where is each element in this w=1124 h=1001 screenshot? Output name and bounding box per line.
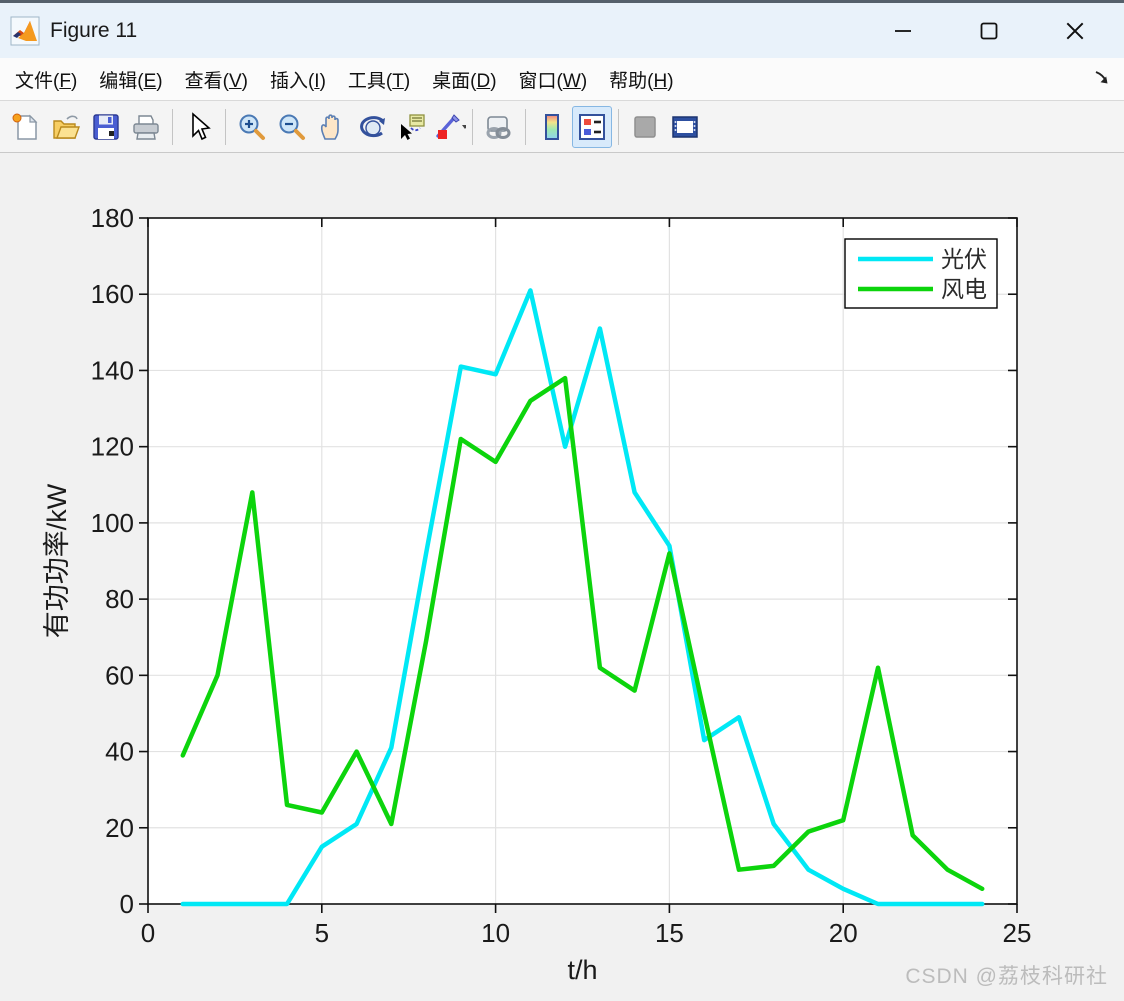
brush-data-icon <box>436 113 466 139</box>
pan-hand-icon <box>320 113 339 140</box>
brush-data-button[interactable] <box>432 112 466 142</box>
toolbar <box>0 101 1124 153</box>
menu-window[interactable]: 窗口(W) <box>508 60 599 99</box>
y-tick-label: 80 <box>105 584 134 614</box>
menu-help[interactable]: 帮助(H) <box>598 60 684 99</box>
maximize-button[interactable] <box>972 14 1006 48</box>
matlab-logo-icon <box>10 16 40 45</box>
save-figure-icon <box>93 113 119 140</box>
print-figure-button[interactable] <box>126 106 166 148</box>
x-tick-label: 5 <box>315 918 329 948</box>
figure-canvas: 0 5 10 15 20 25 0 20 40 60 80 100 120 140 160 180 t/h 有功功… <box>0 153 1124 996</box>
insert-colorbar-icon <box>545 113 559 140</box>
close-button[interactable] <box>1058 14 1092 48</box>
zoom-in-icon <box>239 114 265 140</box>
toolbar-separator <box>525 108 526 145</box>
toolbar-separator <box>618 108 619 145</box>
y-tick-label: 40 <box>105 737 134 767</box>
zoom-out-icon <box>279 114 305 140</box>
close-icon <box>1066 22 1084 39</box>
y-tick-label: 20 <box>105 813 134 843</box>
toolbar-separator <box>172 108 173 145</box>
y-tick-label: 120 <box>91 432 134 462</box>
x-tick-label: 25 <box>1003 918 1032 948</box>
plot-area <box>148 218 1017 904</box>
minimize-icon <box>895 29 911 32</box>
y-tick-label: 140 <box>91 355 134 385</box>
hide-plot-tools-button[interactable] <box>625 106 665 148</box>
toolbar-separator <box>472 108 473 145</box>
y-axis-label: 有功功率/kW <box>42 483 72 638</box>
insert-legend-icon <box>579 113 605 140</box>
rotate-3d-icon <box>360 115 385 137</box>
y-tick-label: 0 <box>120 889 134 919</box>
titlebar: Figure 11 <box>0 3 1124 58</box>
y-tick-label: 180 <box>91 203 134 233</box>
dock-figure-icon <box>672 115 698 138</box>
menu-tools[interactable]: 工具(T) <box>337 60 421 99</box>
menubar: 文件(F) 编辑(E) 查看(V) 插入(I) 工具(T) 桌面(D) 窗口(W… <box>0 58 1124 101</box>
save-figure-button[interactable] <box>86 106 126 148</box>
insert-legend-button[interactable] <box>572 105 612 148</box>
maximize-icon <box>980 22 998 39</box>
rotate-3d-button[interactable] <box>352 106 392 148</box>
link-plot-icon <box>486 115 511 139</box>
open-file-icon <box>53 115 80 139</box>
x-axis-label: t/h <box>567 955 597 985</box>
edit-plot-button[interactable] <box>179 106 219 148</box>
open-file-button[interactable] <box>46 106 86 148</box>
menu-file[interactable]: 文件(F) <box>4 60 88 99</box>
insert-colorbar-button[interactable] <box>532 106 572 148</box>
edit-plot-pointer-icon <box>192 111 211 140</box>
data-cursor-icon <box>401 113 425 140</box>
legend-label: 光伏 <box>941 246 987 272</box>
menu-desktop[interactable]: 桌面(D) <box>421 60 507 99</box>
x-tick-label: 15 <box>655 918 684 948</box>
dock-figure-button[interactable] <box>665 106 705 148</box>
menu-insert[interactable]: 插入(I) <box>259 60 337 99</box>
y-tick-label: 60 <box>105 660 134 690</box>
x-tick-label: 0 <box>141 918 155 948</box>
print-figure-icon <box>133 114 159 140</box>
watermark: CSDN @荔枝科研社 <box>905 965 1108 988</box>
x-tick-label: 10 <box>481 918 510 948</box>
y-tick-label: 100 <box>91 508 134 538</box>
dock-arrow-icon[interactable] <box>1092 66 1114 88</box>
window-controls <box>886 14 1114 48</box>
menu-view[interactable]: 查看(V) <box>174 60 259 99</box>
window-title: Figure 11 <box>50 18 138 42</box>
new-figure-icon <box>12 113 38 140</box>
menu-edit[interactable]: 编辑(E) <box>88 60 173 99</box>
chart-svg: 0 5 10 15 20 25 0 20 40 60 80 100 120 140 160 180 t/h 有功功… <box>42 203 1032 985</box>
hide-plot-tools-icon <box>634 115 656 138</box>
zoom-in-button[interactable] <box>232 106 272 148</box>
minimize-button[interactable] <box>886 14 920 48</box>
zoom-out-button[interactable] <box>272 106 312 148</box>
pan-button[interactable] <box>312 106 352 148</box>
legend-label: 风电 <box>941 276 987 302</box>
figure-window: Figure 11 文件(F) 编辑(E) 查看(V) 插入(I) 工具(T) … <box>0 0 1124 996</box>
data-cursor-button[interactable] <box>392 106 432 148</box>
x-tick-label: 20 <box>829 918 858 948</box>
y-tick-label: 160 <box>91 279 134 309</box>
toolbar-separator <box>225 108 226 145</box>
link-plot-button[interactable] <box>479 106 519 148</box>
new-figure-button[interactable] <box>6 106 46 148</box>
